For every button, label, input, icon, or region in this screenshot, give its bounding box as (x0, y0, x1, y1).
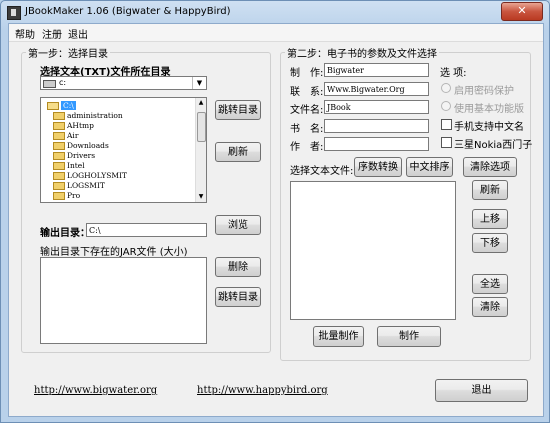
happybird-link[interactable]: http://www.happybird.org (197, 385, 328, 396)
make-button[interactable]: 制作 (377, 326, 441, 347)
step1-legend: 第一步：选择目录 (28, 49, 108, 60)
jar-file-list[interactable] (40, 257, 207, 344)
jar-list-label: 输出目录下存在的JAR文件 (大小) (40, 247, 188, 258)
contact-label: 联 系: (290, 87, 324, 98)
chinese-name-label: 手机支持中文名 (454, 122, 524, 133)
folder-icon (53, 112, 65, 120)
author-label: 作 者: (290, 142, 324, 153)
folder-icon (53, 122, 65, 130)
exit-button[interactable]: 退出 (435, 379, 528, 402)
directory-item[interactable]: Air (53, 131, 78, 141)
password-radio-label: 启用密码保护 (454, 86, 514, 97)
chinese-sort-button[interactable]: 中文排序 (406, 157, 453, 177)
scroll-thumb[interactable] (197, 112, 206, 142)
drive-select[interactable]: c: ▼ (40, 76, 207, 90)
refresh-dir-button[interactable]: 刷新 (215, 142, 261, 162)
menu-help[interactable]: 帮助 (15, 26, 35, 41)
title-bar[interactable]: JBookMaker 1.06 (Bigwater & HappyBird) ✕ (1, 1, 549, 23)
nokia-checkbox[interactable] (441, 137, 452, 148)
folder-icon (53, 132, 65, 140)
directory-item-label: administration (67, 111, 123, 120)
batch-make-button[interactable]: 批量制作 (313, 326, 364, 347)
directory-item[interactable]: Intel (53, 161, 85, 171)
directory-item[interactable]: Downloads (53, 141, 109, 151)
filename-label: 文件名: (290, 105, 324, 116)
bookname-label: 书 名: (290, 124, 324, 135)
directory-scrollbar[interactable]: ▲ ▼ (195, 98, 206, 202)
scroll-down-icon[interactable]: ▼ (197, 193, 205, 201)
directory-item[interactable]: AHtmp (53, 121, 94, 131)
select-text-label: 选择文本文件: (290, 166, 354, 177)
delete-button[interactable]: 删除 (215, 257, 261, 277)
file-refresh-button[interactable]: 刷新 (472, 180, 508, 200)
menu-register[interactable]: 注册 (42, 26, 62, 41)
author-input[interactable] (324, 137, 429, 151)
chevron-down-icon[interactable]: ▼ (192, 77, 206, 89)
app-icon (7, 6, 21, 20)
application-window: JBookMaker 1.06 (Bigwater & HappyBird) ✕… (0, 0, 550, 423)
close-button[interactable]: ✕ (501, 2, 543, 21)
directory-item-label: Intel (67, 161, 85, 170)
directory-item-label: AHtmp (67, 121, 94, 130)
directory-item[interactable]: Pro (53, 191, 80, 201)
drive-value: c: (59, 78, 67, 87)
close-icon: ✕ (517, 4, 527, 17)
move-up-button[interactable]: 上移 (472, 209, 508, 229)
step2-legend: 第二步：电子书的参数及文件选择 (287, 49, 437, 60)
directory-item[interactable]: LOGHOLYSMIT (53, 171, 127, 181)
options-label: 选 项: (440, 68, 467, 79)
directory-item-label: Air (67, 131, 79, 140)
jump-dir-button-2[interactable]: 跳转目录 (215, 287, 261, 307)
password-radio[interactable] (441, 83, 451, 93)
filename-input[interactable]: JBook (324, 100, 429, 114)
directory-item-label: C:\ (61, 101, 76, 110)
directory-list[interactable]: C:\ administration AHtmp Air Downloads Driver… (40, 97, 207, 203)
menu-bar: 帮助 注册 退出 (9, 24, 543, 42)
menu-exit[interactable]: 退出 (68, 26, 88, 41)
drive-icon (43, 80, 56, 88)
bigwater-link[interactable]: http://www.bigwater.org (34, 385, 157, 396)
directory-item-label: LOGHOLYSMIT (67, 171, 128, 180)
basic-version-radio-label: 使用基本功能版 (454, 104, 524, 115)
folder-open-icon (47, 102, 59, 110)
remove-button[interactable]: 清除 (472, 297, 508, 317)
bookname-input[interactable] (324, 119, 429, 133)
directory-item[interactable]: administration (53, 111, 123, 121)
contact-input[interactable]: Www.Bigwater.Org (324, 82, 429, 96)
maker-label: 制 作: (290, 68, 324, 79)
folder-icon (53, 142, 65, 150)
jump-dir-button[interactable]: 跳转目录 (215, 100, 261, 120)
maker-input[interactable]: Bigwater (324, 63, 429, 77)
window-title: JBookMaker 1.06 (Bigwater & HappyBird) (25, 6, 231, 17)
scroll-up-icon[interactable]: ▲ (197, 99, 205, 107)
directory-item[interactable]: Drivers (53, 151, 95, 161)
folder-icon (53, 162, 65, 170)
chinese-name-checkbox[interactable] (441, 119, 452, 130)
directory-item-label: LOGSMIT (67, 181, 105, 190)
folder-icon (53, 172, 65, 180)
output-dir-label: 输出目录： (40, 228, 90, 239)
sequence-convert-button[interactable]: 序数转换 (354, 157, 402, 177)
browse-button[interactable]: 浏览 (215, 215, 261, 235)
client-area: 帮助 注册 退出 第一步：选择目录 选择文本(TXT)文件所在目录 c: ▼ C… (8, 23, 544, 417)
folder-icon (53, 192, 65, 200)
directory-item[interactable]: C:\ (47, 101, 76, 111)
directory-item[interactable]: LOGSMIT (53, 181, 105, 191)
folder-icon (53, 182, 65, 190)
directory-item-label: Drivers (67, 151, 96, 160)
select-all-button[interactable]: 全选 (472, 274, 508, 294)
nokia-label: 三星Nokia西门子 (454, 140, 533, 151)
directory-item-label: Pro (67, 191, 81, 200)
basic-version-radio[interactable] (441, 101, 451, 111)
move-down-button[interactable]: 下移 (472, 233, 508, 253)
clear-options-button[interactable]: 清除选项 (463, 157, 517, 177)
output-dir-input[interactable]: C:\ (86, 223, 207, 237)
text-file-list[interactable] (290, 181, 456, 320)
folder-icon (53, 152, 65, 160)
directory-item-label: Downloads (67, 141, 109, 150)
